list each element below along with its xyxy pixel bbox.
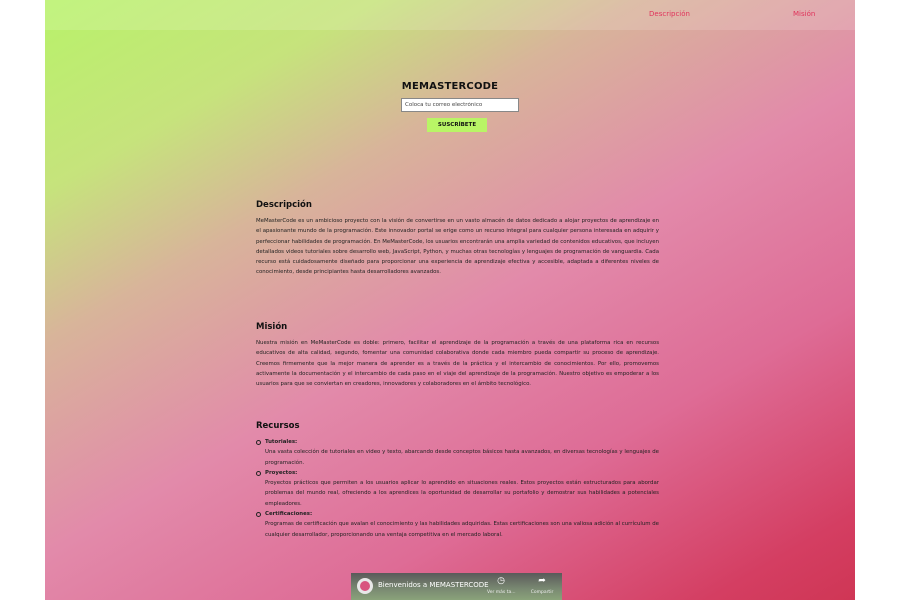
recurso-title: Certificaciones: (265, 511, 313, 518)
video-embed[interactable]: Bienvenidos a MEMASTERCODE ◷ Ver más ta.… (351, 573, 562, 600)
watch-later-label: Ver más ta... (487, 590, 516, 595)
watch-later-button[interactable]: ◷ Ver más ta... (487, 576, 516, 596)
video-title[interactable]: Bienvenidos a MEMASTERCODE (378, 581, 489, 589)
recurso-title: Tutoriales: (265, 439, 298, 445)
clock-icon: ◷ (497, 576, 505, 586)
share-arrow-icon: ➦ (538, 576, 546, 586)
recurso-item-tutoriales: Tutoriales: Una vasta colección de tutor… (256, 437, 659, 468)
circle-bullet-icon (256, 512, 261, 518)
nav-link-mision[interactable]: Misión (793, 10, 815, 18)
recursos-section: Recursos Tutoriales: Una vasta colección… (256, 421, 659, 540)
share-button[interactable]: ➦ Compartir (527, 576, 557, 596)
recurso-item-certificaciones: Certificaciones: Programas de certificac… (256, 509, 659, 540)
descripcion-heading: Descripción (256, 200, 312, 210)
top-navigation: Descripción Misión (45, 0, 855, 30)
nav-link-descripcion[interactable]: Descripción (649, 10, 690, 18)
descripcion-text: MeMasterCode es un ambicioso proyecto co… (256, 218, 659, 276)
descripcion-section: Descripción MeMasterCode es un ambicioso… (256, 200, 659, 278)
recursos-heading: Recursos (256, 421, 300, 431)
mision-text: Nuestra misión en MeMasterCode es doble:… (256, 340, 659, 388)
mision-heading: Misión (256, 322, 288, 332)
subscribe-button[interactable]: SUSCRÍBETE (427, 118, 487, 132)
circle-bullet-icon (256, 440, 261, 445)
circle-bullet-icon (256, 470, 261, 476)
recurso-title: Proyectos: (265, 469, 298, 476)
email-input[interactable] (401, 98, 519, 112)
site-title: MEMASTERCODE (401, 81, 499, 92)
mision-section: Misión Nuestra misión en MeMasterCode es… (256, 322, 659, 389)
recurso-description: Programas de certificación que avalan el… (265, 521, 659, 538)
recurso-description: Proyectos prácticos que permiten a los u… (265, 480, 659, 507)
channel-logo-icon[interactable] (357, 578, 373, 594)
landing-page: Descripción Misión MEMASTERCODE SUSCRÍBE… (45, 0, 855, 600)
recurso-description: Una vasta colección de tutoriales en vid… (265, 449, 659, 466)
recursos-list: Tutoriales: Una vasta colección de tutor… (256, 437, 659, 540)
share-label: Compartir (530, 590, 554, 595)
recurso-item-proyectos: Proyectos: Proyectos prácticos que permi… (256, 468, 659, 509)
